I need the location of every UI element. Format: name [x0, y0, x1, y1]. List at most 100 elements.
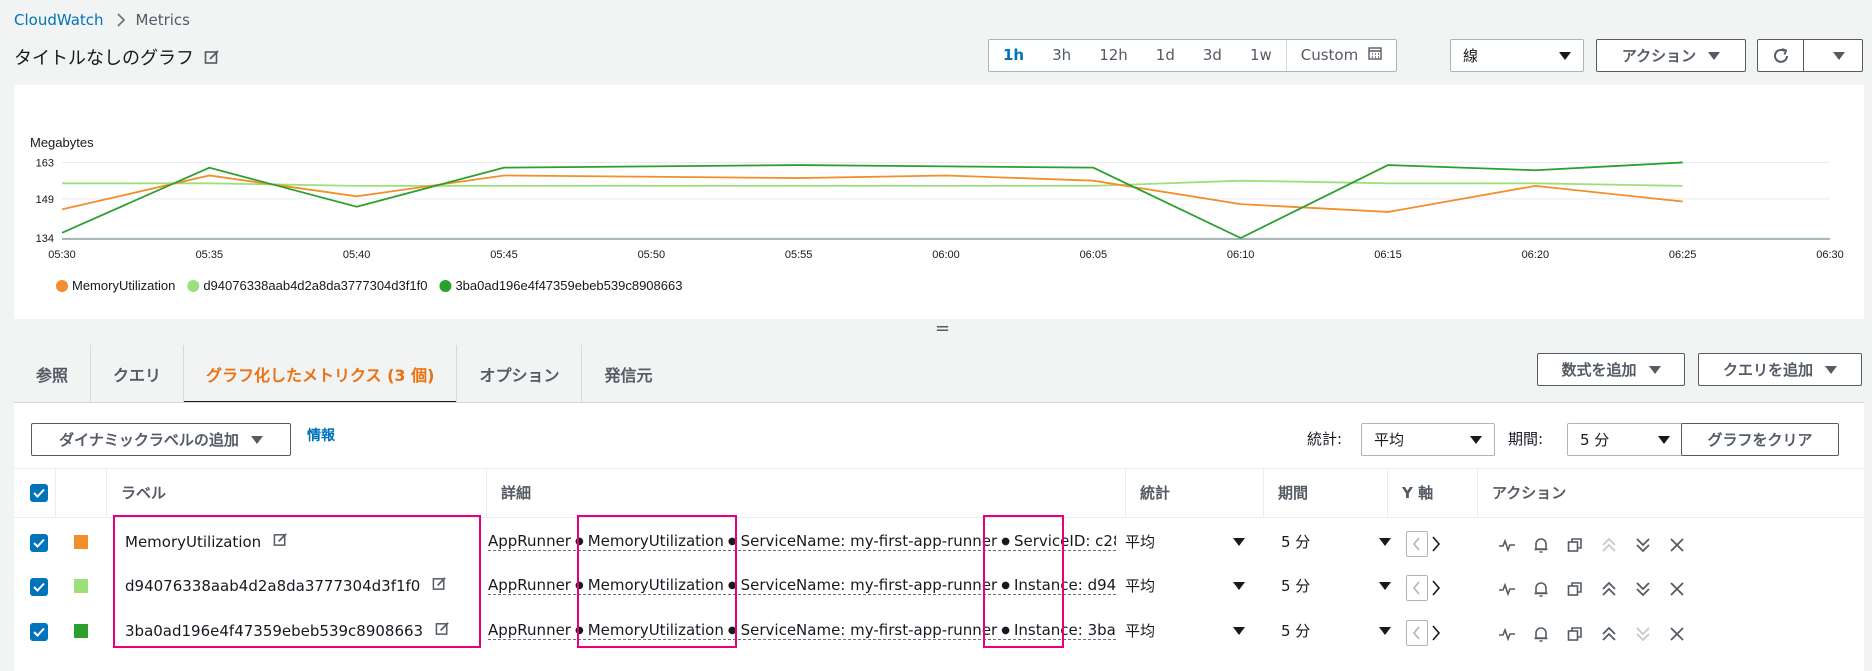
row-stat-select[interactable]: 平均	[1125, 575, 1245, 596]
time-range-3h[interactable]: 3h	[1038, 40, 1085, 71]
row-period-select[interactable]: 5 分	[1281, 620, 1391, 641]
x-tick-label: 06:10	[1227, 249, 1255, 261]
move-down-icon[interactable]	[1632, 534, 1654, 556]
caret-down-icon	[1658, 435, 1670, 444]
time-range-12h[interactable]: 12h	[1085, 40, 1142, 71]
highlight-label-column	[113, 515, 481, 648]
time-range-custom-label: Custom	[1300, 46, 1359, 64]
y-tick-label: 163	[36, 157, 54, 169]
detail-namespace: AppRunner	[488, 621, 571, 639]
duplicate-icon[interactable]	[1564, 623, 1586, 645]
refresh-icon[interactable]	[1758, 40, 1805, 71]
label-column-header: ラベル	[106, 469, 166, 517]
x-tick-label: 06:00	[932, 249, 960, 261]
add-math-button[interactable]: 数式を追加	[1537, 353, 1685, 386]
legend-marker	[187, 280, 200, 292]
row-period-select[interactable]: 5 分	[1281, 531, 1391, 552]
remove-icon[interactable]	[1666, 534, 1688, 556]
refresh-options-dropdown[interactable]	[1816, 51, 1862, 60]
dynamic-label-button[interactable]: ダイナミックラベルの追加	[31, 423, 291, 456]
stat-select[interactable]: 平均	[1361, 423, 1495, 456]
x-tick-label: 05:40	[343, 249, 371, 261]
x-tick-label: 06:05	[1080, 249, 1108, 261]
breadcrumb-cloudwatch-link[interactable]: CloudWatch	[14, 11, 104, 29]
yaxis-left-button[interactable]	[1406, 620, 1428, 646]
series-color-swatch[interactable]	[74, 535, 88, 549]
row-checkbox[interactable]	[30, 578, 48, 596]
graph-metric-icon[interactable]	[1496, 534, 1518, 556]
select-all-checkbox[interactable]	[30, 484, 48, 502]
yaxis-column-header: Y 軸	[1387, 469, 1433, 517]
color-column-header	[55, 469, 105, 517]
detail-namespace: AppRunner	[488, 532, 571, 550]
tab-query[interactable]: クエリ	[91, 345, 185, 403]
calendar-icon	[1368, 40, 1382, 71]
caret-down-icon	[1233, 537, 1245, 546]
graph-metric-icon[interactable]	[1496, 623, 1518, 645]
duplicate-icon[interactable]	[1564, 534, 1586, 556]
remove-icon[interactable]	[1666, 578, 1688, 600]
duplicate-icon[interactable]	[1564, 578, 1586, 600]
caret-down-icon	[1648, 365, 1661, 374]
info-link[interactable]: 情報	[307, 425, 335, 445]
add-math-label: 数式を追加	[1561, 361, 1637, 379]
move-down-icon[interactable]	[1632, 578, 1654, 600]
move-up-icon[interactable]	[1598, 623, 1620, 645]
caret-down-icon	[1559, 51, 1571, 60]
series-line-2	[62, 179, 1683, 187]
row-stat-select[interactable]: 平均	[1125, 531, 1245, 552]
series-color-swatch[interactable]	[74, 624, 88, 638]
row-stat-select[interactable]: 平均	[1125, 620, 1245, 641]
stat-select-value: 平均	[1374, 431, 1405, 449]
chart-type-select[interactable]: 線	[1450, 39, 1584, 72]
row-checkbox[interactable]	[30, 623, 48, 641]
move-down-icon[interactable]	[1632, 623, 1654, 645]
row-actions	[1496, 623, 1688, 645]
time-range-3d[interactable]: 3d	[1189, 40, 1236, 71]
x-tick-label: 05:35	[196, 249, 224, 261]
move-up-icon[interactable]	[1598, 578, 1620, 600]
clear-graph-button[interactable]: グラフをクリア	[1681, 423, 1839, 456]
x-tick-label: 05:45	[490, 249, 518, 261]
period-select[interactable]: 5 分	[1567, 423, 1683, 456]
alarm-bell-icon[interactable]	[1530, 534, 1552, 556]
detail-dimension-1: ServiceName: my-first-app-runner	[740, 621, 998, 639]
chart-panel: Megabytes 134 149 163 05:30 05:35 05:40 05:45 05…	[14, 85, 1864, 319]
details-column-header: 詳細	[486, 469, 531, 517]
yaxis-right-button[interactable]	[1430, 580, 1442, 596]
tab-options[interactable]: オプション	[457, 345, 583, 403]
alarm-bell-icon[interactable]	[1530, 578, 1552, 600]
row-stat-value: 平均	[1125, 533, 1156, 551]
caret-down-icon	[1233, 626, 1245, 635]
add-query-button[interactable]: クエリを追加	[1698, 353, 1862, 386]
graph-metric-icon[interactable]	[1496, 578, 1518, 600]
tab-bar: 参照 クエリ グラフ化したメトリクス (3 個) オプション 発信元	[14, 345, 674, 404]
clear-graph-label: グラフをクリア	[1707, 431, 1813, 449]
yaxis-left-button[interactable]	[1406, 531, 1428, 557]
caret-down-icon	[1833, 51, 1846, 60]
series-color-swatch[interactable]	[74, 579, 88, 593]
tab-source[interactable]: 発信元	[582, 345, 674, 403]
row-checkbox[interactable]	[30, 534, 48, 552]
move-up-icon[interactable]	[1598, 534, 1620, 556]
tab-graphed-metrics[interactable]: グラフ化したメトリクス (3 個)	[184, 345, 458, 404]
yaxis-right-button[interactable]	[1430, 536, 1442, 552]
time-range-custom[interactable]: Custom	[1285, 40, 1396, 71]
actions-button[interactable]: アクション	[1596, 39, 1746, 72]
row-period-select[interactable]: 5 分	[1281, 575, 1391, 596]
time-range-1d[interactable]: 1d	[1142, 40, 1189, 71]
refresh-button-group	[1757, 39, 1863, 72]
time-range-1w[interactable]: 1w	[1236, 40, 1286, 71]
resize-handle-icon[interactable]: =	[935, 318, 950, 339]
time-range-1h[interactable]: 1h	[989, 40, 1038, 71]
yaxis-right-button[interactable]	[1430, 625, 1442, 641]
highlight-metric-column	[577, 515, 737, 648]
yaxis-left-button[interactable]	[1406, 575, 1428, 601]
graph-title-text: タイトルなしのグラフ	[14, 48, 194, 69]
tab-browse[interactable]: 参照	[14, 345, 92, 403]
alarm-bell-icon[interactable]	[1530, 623, 1552, 645]
row-period-value: 5 分	[1281, 622, 1311, 640]
remove-icon[interactable]	[1666, 623, 1688, 645]
edit-icon[interactable]	[204, 49, 220, 65]
breadcrumb: CloudWatch Metrics	[14, 11, 190, 29]
